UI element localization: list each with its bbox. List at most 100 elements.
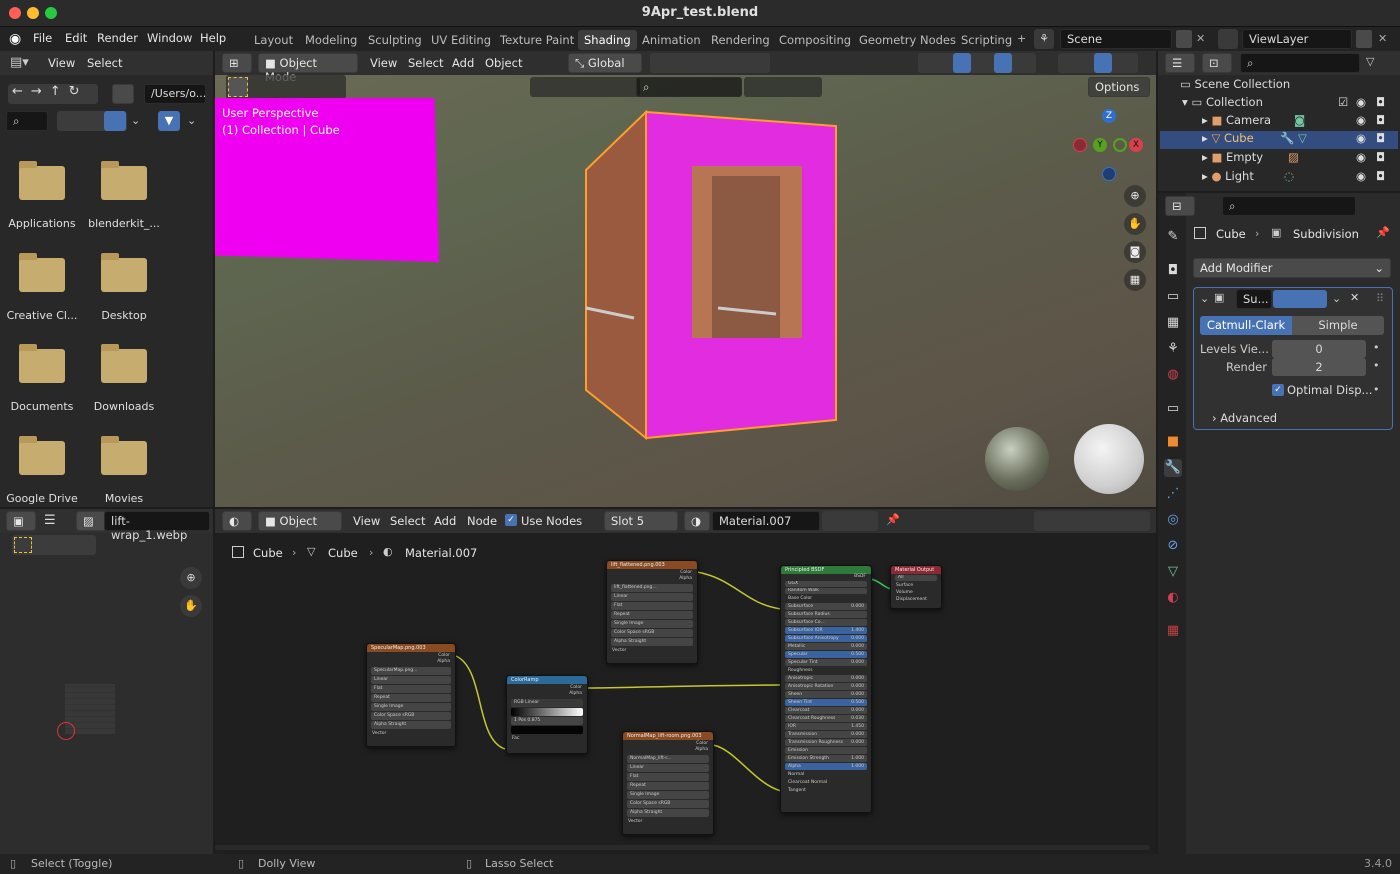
bsdf-input-row[interactable]: Subsurface IOR 1.400 [785, 627, 867, 634]
interpolation-dropdown[interactable]: Linear [627, 764, 709, 772]
viewport-filter-buttons[interactable] [744, 77, 822, 97]
object-tab-icon[interactable]: ■ [1164, 433, 1182, 451]
overlay-toggle-icon[interactable] [994, 53, 1012, 73]
constraints-tab-icon[interactable]: ⊘ [1164, 537, 1182, 555]
bsdf-input-row[interactable]: Alpha 1.000 [785, 763, 867, 770]
color-ramp-gradient[interactable] [511, 708, 583, 716]
drag-handle-icon[interactable]: ⠿ [1376, 292, 1384, 305]
2d-cursor-icon[interactable] [57, 722, 75, 740]
tool-tab-icon[interactable]: ✎ [1164, 228, 1182, 246]
bsdf-input-row[interactable]: Tangent [785, 787, 867, 794]
simple-toggle[interactable]: Simple [1292, 316, 1384, 335]
viewport-search-input[interactable]: ⌕ [636, 77, 742, 97]
distribution-dropdown[interactable]: GGX [785, 581, 867, 587]
scene-selector-icon[interactable]: ⚘ [1034, 29, 1054, 49]
visibility-eye-icon[interactable]: ◉ [1356, 150, 1366, 164]
folder-label[interactable]: Desktop [83, 309, 165, 322]
bsdf-input-row[interactable]: Emission Strength 1.000 [785, 755, 867, 762]
projection-dropdown[interactable]: Flat [371, 685, 451, 693]
input-socket-surface[interactable]: Surface [891, 582, 941, 589]
blender-logo-icon[interactable]: ◉ [9, 31, 21, 47]
expand-arrow-icon[interactable]: ▸ [1202, 131, 1208, 145]
visibility-eye-icon[interactable]: ◉ [1356, 169, 1366, 183]
folder-label[interactable]: Downloads [83, 400, 165, 413]
viewport-display-filters[interactable] [530, 77, 640, 97]
outliner-item-empty[interactable]: ▸ ■ Empty ▨ ◉ ◘ [1160, 150, 1398, 168]
bsdf-input-row[interactable]: Metallic 0.000 [785, 643, 867, 650]
menu-render[interactable]: Render [97, 31, 138, 45]
data-tab-icon[interactable]: ▽ [1164, 563, 1182, 581]
menu-help[interactable]: Help [200, 31, 226, 45]
keyframe-dot-icon[interactable]: • [1373, 359, 1380, 372]
properties-search-input[interactable]: ⌕ [1222, 196, 1356, 216]
pin-icon[interactable]: 📌 [1376, 226, 1390, 239]
bsdf-input-row[interactable]: Sheen Tint 0.500 [785, 699, 867, 706]
particles-tab-icon[interactable]: ⋰ [1164, 485, 1182, 503]
bsdf-input-row[interactable]: Subsurface 0.000 [785, 603, 867, 610]
select-box-icon[interactable] [14, 537, 32, 553]
source-dropdown[interactable]: Single Image [627, 791, 709, 799]
extension-dropdown[interactable]: Repeat [611, 611, 693, 619]
display-mode-icon[interactable]: ⊡ [1202, 53, 1232, 73]
outliner-scene-collection[interactable]: ▭ Scene Collection [1160, 77, 1398, 95]
fb-search-input[interactable]: ⌕ [6, 111, 48, 131]
tab-uv-editing[interactable]: UV Editing [425, 30, 497, 50]
folder-icon[interactable] [19, 161, 65, 200]
catmull-clark-toggle[interactable]: Catmull-Clark [1200, 316, 1292, 335]
color-space-dropdown[interactable]: Color Space sRGB [627, 800, 709, 808]
output-socket-alpha[interactable]: Alpha [623, 746, 713, 754]
input-socket-fac[interactable]: Fac [507, 735, 587, 743]
vp-menu-view[interactable]: View [370, 56, 397, 70]
keyframe-dot-icon[interactable]: • [1373, 383, 1380, 396]
render-camera-icon[interactable]: ◘ [1376, 169, 1385, 183]
bsdf-input-row[interactable]: Clearcoat Roughness 0.030 [785, 715, 867, 722]
select-box-icon[interactable] [228, 77, 248, 97]
projection-dropdown[interactable]: Flat [611, 602, 693, 610]
fb-menu-select[interactable]: Select [87, 56, 122, 70]
zoom-icon[interactable]: ⊕ [1124, 185, 1146, 207]
outliner-item-cube[interactable]: ▸ ▽ Cube 🔧 ▽ ◉ ◘ [1160, 131, 1398, 149]
bsdf-input-row[interactable]: Clearcoat 0.000 [785, 707, 867, 714]
view-layer-tab-icon[interactable]: ▦ [1164, 314, 1182, 332]
tab-layout[interactable]: Layout [248, 30, 299, 50]
optimal-display-checkbox[interactable]: ✓ [1272, 384, 1284, 396]
delete-scene-icon[interactable]: ✕ [1196, 32, 1205, 45]
mode-dropdown[interactable]: ■ Object Mode [258, 53, 358, 84]
axis-x-icon[interactable]: X [1129, 138, 1143, 152]
ramp-mode-row[interactable]: RGB Linear [511, 699, 583, 707]
movies-folder-icon[interactable] [101, 436, 147, 475]
folder-icon[interactable] [101, 161, 147, 200]
add-modifier-button[interactable]: Add Modifier ⌄ [1193, 258, 1391, 278]
image-selector[interactable]: SpecularMap.png... [371, 667, 451, 675]
modifier-tab-icon[interactable]: 🔧 [1164, 459, 1182, 477]
node-material-output[interactable]: Material Output All Surface Volume Displ… [890, 565, 942, 609]
bsdf-input-row[interactable]: Roughness [785, 667, 867, 674]
bsdf-input-row[interactable]: Anisotropic Rotation 0.000 [785, 683, 867, 690]
gizmo-toggle-icon[interactable] [953, 53, 971, 73]
perspective-grid-icon[interactable]: ▦ [1124, 269, 1146, 291]
menu-edit[interactable]: Edit [65, 31, 87, 45]
render-camera-icon[interactable]: ◘ [1376, 150, 1385, 164]
folder-label[interactable]: Applications [1, 217, 83, 230]
extension-dropdown[interactable]: Repeat [627, 782, 709, 790]
chevron-down-icon[interactable]: ⌄ [131, 114, 140, 127]
output-socket-alpha[interactable]: Alpha [507, 690, 587, 698]
alpha-mode-dropdown[interactable]: Alpha Straight [627, 809, 709, 817]
interpolation-dropdown[interactable]: Linear [371, 676, 451, 684]
tab-rendering[interactable]: Rendering [705, 30, 776, 50]
vp-menu-select[interactable]: Select [408, 56, 443, 70]
vp-menu-object[interactable]: Object [485, 56, 522, 70]
modifier-name-field[interactable]: Su... [1236, 289, 1272, 309]
input-socket-vector[interactable]: Vector [623, 818, 713, 826]
world-tab-icon[interactable]: ◍ [1164, 366, 1182, 384]
render-camera-icon[interactable]: ◘ [1376, 131, 1385, 145]
interpolation-dropdown[interactable]: Linear [611, 593, 693, 601]
folder-label[interactable]: blenderkit_... [83, 217, 165, 230]
expand-arrow-icon[interactable]: ▸ [1202, 150, 1208, 164]
image-zoom-icon[interactable]: ⊕ [180, 567, 202, 589]
axis-z-icon[interactable]: Z [1102, 109, 1116, 123]
bsdf-input-row[interactable]: Normal [785, 771, 867, 778]
output-socket-alpha[interactable]: Alpha [607, 575, 697, 583]
add-workspace-icon[interactable]: + [1017, 32, 1026, 45]
node-color-ramp[interactable]: ColorRamp Color Alpha RGB Linear 1 Pos 0… [506, 675, 588, 754]
